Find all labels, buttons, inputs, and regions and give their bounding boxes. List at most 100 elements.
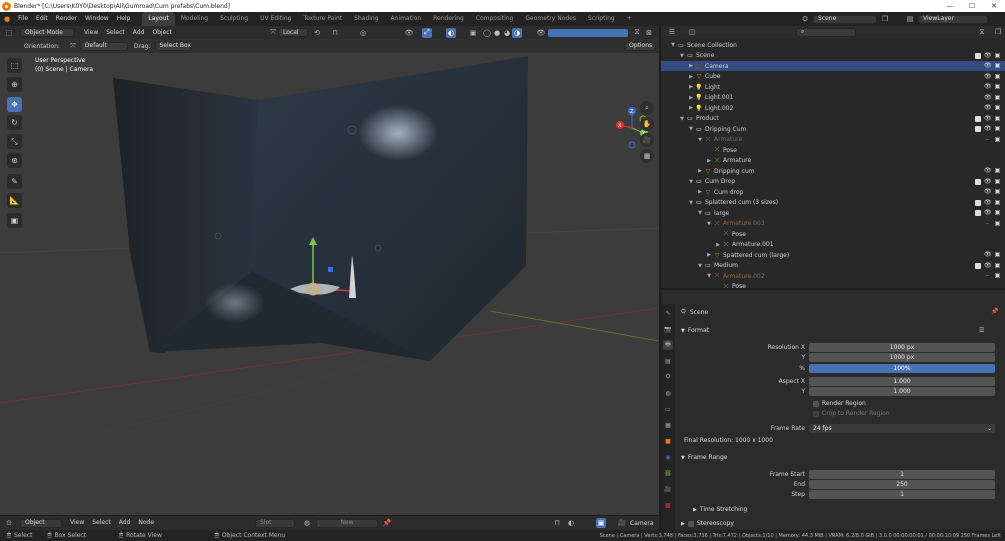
scale-tool[interactable]: ⤡ — [7, 134, 22, 149]
workspace-tab-compositing[interactable]: Compositing — [470, 12, 520, 26]
render-toggle-icon[interactable]: ▣ — [994, 94, 1001, 101]
collection-tab-icon[interactable]: ▭ — [663, 404, 673, 414]
eye-icon[interactable]: 👁 — [984, 262, 992, 269]
collapsed-arrow-icon[interactable]: ▶ — [705, 158, 713, 164]
measure-tool[interactable]: 📐 — [7, 193, 22, 208]
slot-dropdown[interactable]: Slot — [255, 518, 295, 528]
snap-toggle-icon[interactable]: ⊓ — [552, 518, 562, 528]
add-workspace-button[interactable]: + — [621, 12, 638, 26]
scene-field[interactable]: Scene — [813, 14, 877, 24]
viewport-filter-icon[interactable]: ⧖ — [632, 28, 642, 38]
viewport-menu-object[interactable]: Object — [148, 26, 176, 40]
render-toggle-icon[interactable]: ▣ — [994, 84, 1001, 90]
cursor-tool[interactable]: ⊕ — [7, 77, 22, 92]
hidden-eye-icon[interactable]: ⌣ — [984, 220, 991, 227]
collection-checkbox[interactable] — [975, 262, 981, 269]
xray-icon[interactable]: ▣ — [468, 28, 478, 38]
gizmo-plane-handle[interactable] — [328, 267, 333, 272]
eye-icon[interactable]: 👁 — [984, 115, 992, 122]
node-menu-add[interactable]: Add — [115, 516, 135, 530]
collapsed-arrow-icon[interactable]: ▶ — [687, 95, 695, 101]
expanded-arrow-icon[interactable]: ▼ — [678, 116, 686, 122]
options-dropdown[interactable]: Options — [624, 41, 656, 51]
workspace-tab-shading[interactable]: Shading — [348, 12, 384, 26]
collapsed-arrow-icon[interactable]: ▶ — [696, 168, 704, 174]
expanded-arrow-icon[interactable]: ▼ — [696, 137, 704, 143]
expanded-arrow-icon[interactable]: ▼ — [687, 179, 695, 185]
new-material-button[interactable]: New — [316, 518, 378, 528]
eye-icon[interactable]: 👁 — [984, 73, 992, 80]
shading-rendered-icon[interactable]: ◑ — [512, 27, 522, 38]
collection-checkbox[interactable] — [975, 52, 981, 59]
outliner-row[interactable]: ⤫ Pose — [661, 229, 1005, 239]
aspect-y-field[interactable]: 1.000 — [809, 386, 995, 396]
expanded-arrow-icon[interactable]: ▼ — [678, 53, 686, 59]
outliner-row[interactable]: ▼ ▭ Scene 👁 ▣ — [661, 51, 1005, 61]
transform-orientation-dropdown[interactable]: Local — [278, 28, 308, 37]
collapsed-arrow-icon[interactable]: ▶ — [687, 105, 695, 111]
collapsed-arrow-icon[interactable]: ▶ — [687, 74, 695, 80]
shading-material-icon[interactable]: ◕ — [502, 28, 512, 38]
view-layer-field[interactable]: ViewLayer — [918, 14, 988, 24]
material-tab-icon[interactable]: ▩ — [663, 500, 673, 510]
3d-viewport[interactable]: X Y Z User Perspective (0) Scene | Camer… — [0, 53, 659, 515]
resolution-percent-slider[interactable]: 100% — [809, 363, 995, 373]
crop-region-checkbox[interactable] — [813, 410, 819, 417]
tool-tab-icon[interactable]: ✎ — [663, 308, 673, 318]
collapsed-arrow-icon[interactable]: ▶ — [696, 189, 704, 195]
select-box-tool[interactable]: ⬚ — [7, 58, 22, 73]
eye-icon[interactable]: 👁 — [984, 94, 992, 101]
drag-dropdown[interactable]: Select Box — [154, 41, 191, 51]
render-toggle-icon[interactable]: ▣ — [994, 189, 1001, 195]
physics-tab-icon[interactable]: ◉ — [663, 452, 673, 462]
presets-icon[interactable]: ☰ — [979, 327, 984, 334]
render-toggle-icon[interactable]: ▣ — [994, 52, 1001, 59]
render-toggle-icon[interactable]: ▣ — [994, 199, 1001, 206]
stereoscopy-checkbox[interactable] — [687, 520, 694, 527]
outliner-row[interactable]: ▶ ▽ Cum drop 👁 ▣ — [661, 187, 1005, 197]
render-toggle-icon[interactable]: ▣ — [994, 178, 1001, 185]
expanded-arrow-icon[interactable]: ▼ — [705, 273, 713, 279]
eye-icon[interactable]: 👁 — [984, 126, 992, 132]
outliner-row[interactable]: ▼ ▭ Cum Drop 👁 ▣ — [661, 177, 1005, 187]
mode-dropdown[interactable]: Object Mode — [20, 28, 74, 37]
outliner-search-input[interactable]: ⌕ — [796, 27, 856, 37]
eye-icon[interactable]: 👁 — [984, 252, 992, 258]
visibility-icon[interactable]: 👁 — [404, 28, 414, 38]
node-menu-node[interactable]: Node — [134, 516, 158, 530]
minimize-button[interactable]: — — [939, 0, 961, 12]
outliner-row[interactable]: ▶ ⤫ Armature.001 — [661, 240, 1005, 250]
view-layer-tab-icon[interactable]: ▤ — [663, 356, 673, 366]
zoom-nav-button[interactable]: ⌕ — [640, 101, 654, 115]
expanded-arrow-icon[interactable]: ▼ — [696, 263, 704, 269]
render-region-checkbox[interactable] — [813, 400, 819, 407]
scene-selector[interactable]: ⛭ Scene ❐ — [800, 14, 890, 24]
outliner-row[interactable]: ▶ ▽ Cube 👁 ▣ — [661, 72, 1005, 82]
frame-range-panel-header[interactable]: ▼ Frame Range — [681, 454, 727, 461]
outliner-row[interactable]: ▶ 💡 Light.002 👁 ▣ — [661, 103, 1005, 113]
shading-solid-icon[interactable]: ● — [492, 28, 502, 38]
new-collection-icon[interactable]: ❐ — [993, 27, 1003, 37]
outliner-row[interactable]: ▼ ⤫ Armature ⌣ ▣ — [661, 135, 1005, 145]
frame-end-field[interactable]: 250 — [809, 479, 995, 489]
expanded-arrow-icon[interactable]: ▼ — [696, 210, 704, 216]
transform-tool[interactable]: ⊛ — [7, 153, 22, 168]
outliner-row[interactable]: ▼ ▭ Splattered cum (3 sizes) 👁 ▣ — [661, 198, 1005, 208]
render-toggle-icon[interactable]: ▣ — [994, 63, 1001, 69]
outliner-row[interactable]: ▼ ⤫ Armature.003 ⌣ ▣ — [661, 219, 1005, 229]
eye-icon[interactable]: 👁 — [984, 105, 992, 111]
eye-icon[interactable]: 👁 — [984, 178, 992, 185]
add-cube-tool[interactable]: ▣ — [7, 213, 22, 228]
annotate-tool[interactable]: ✎ — [7, 174, 22, 189]
render-toggle-icon[interactable]: ▣ — [994, 136, 1001, 143]
format-panel-header[interactable]: ▼ Format — [681, 327, 709, 334]
hidden-eye-icon[interactable]: ⌣ — [984, 136, 991, 143]
render-toggle-icon[interactable]: ▣ — [994, 210, 1001, 216]
collection-checkbox[interactable] — [975, 210, 981, 216]
render-toggle-icon[interactable]: ▣ — [994, 273, 1001, 279]
expanded-arrow-icon[interactable]: ▼ — [687, 200, 695, 206]
display-mode-icon[interactable]: ◫ — [687, 27, 697, 37]
eye-icon[interactable]: 👁 — [984, 84, 992, 90]
render-toggle-icon[interactable]: ▣ — [994, 115, 1001, 122]
outliner-row[interactable]: ▶ 💡 Light 👁 ▣ — [661, 82, 1005, 92]
